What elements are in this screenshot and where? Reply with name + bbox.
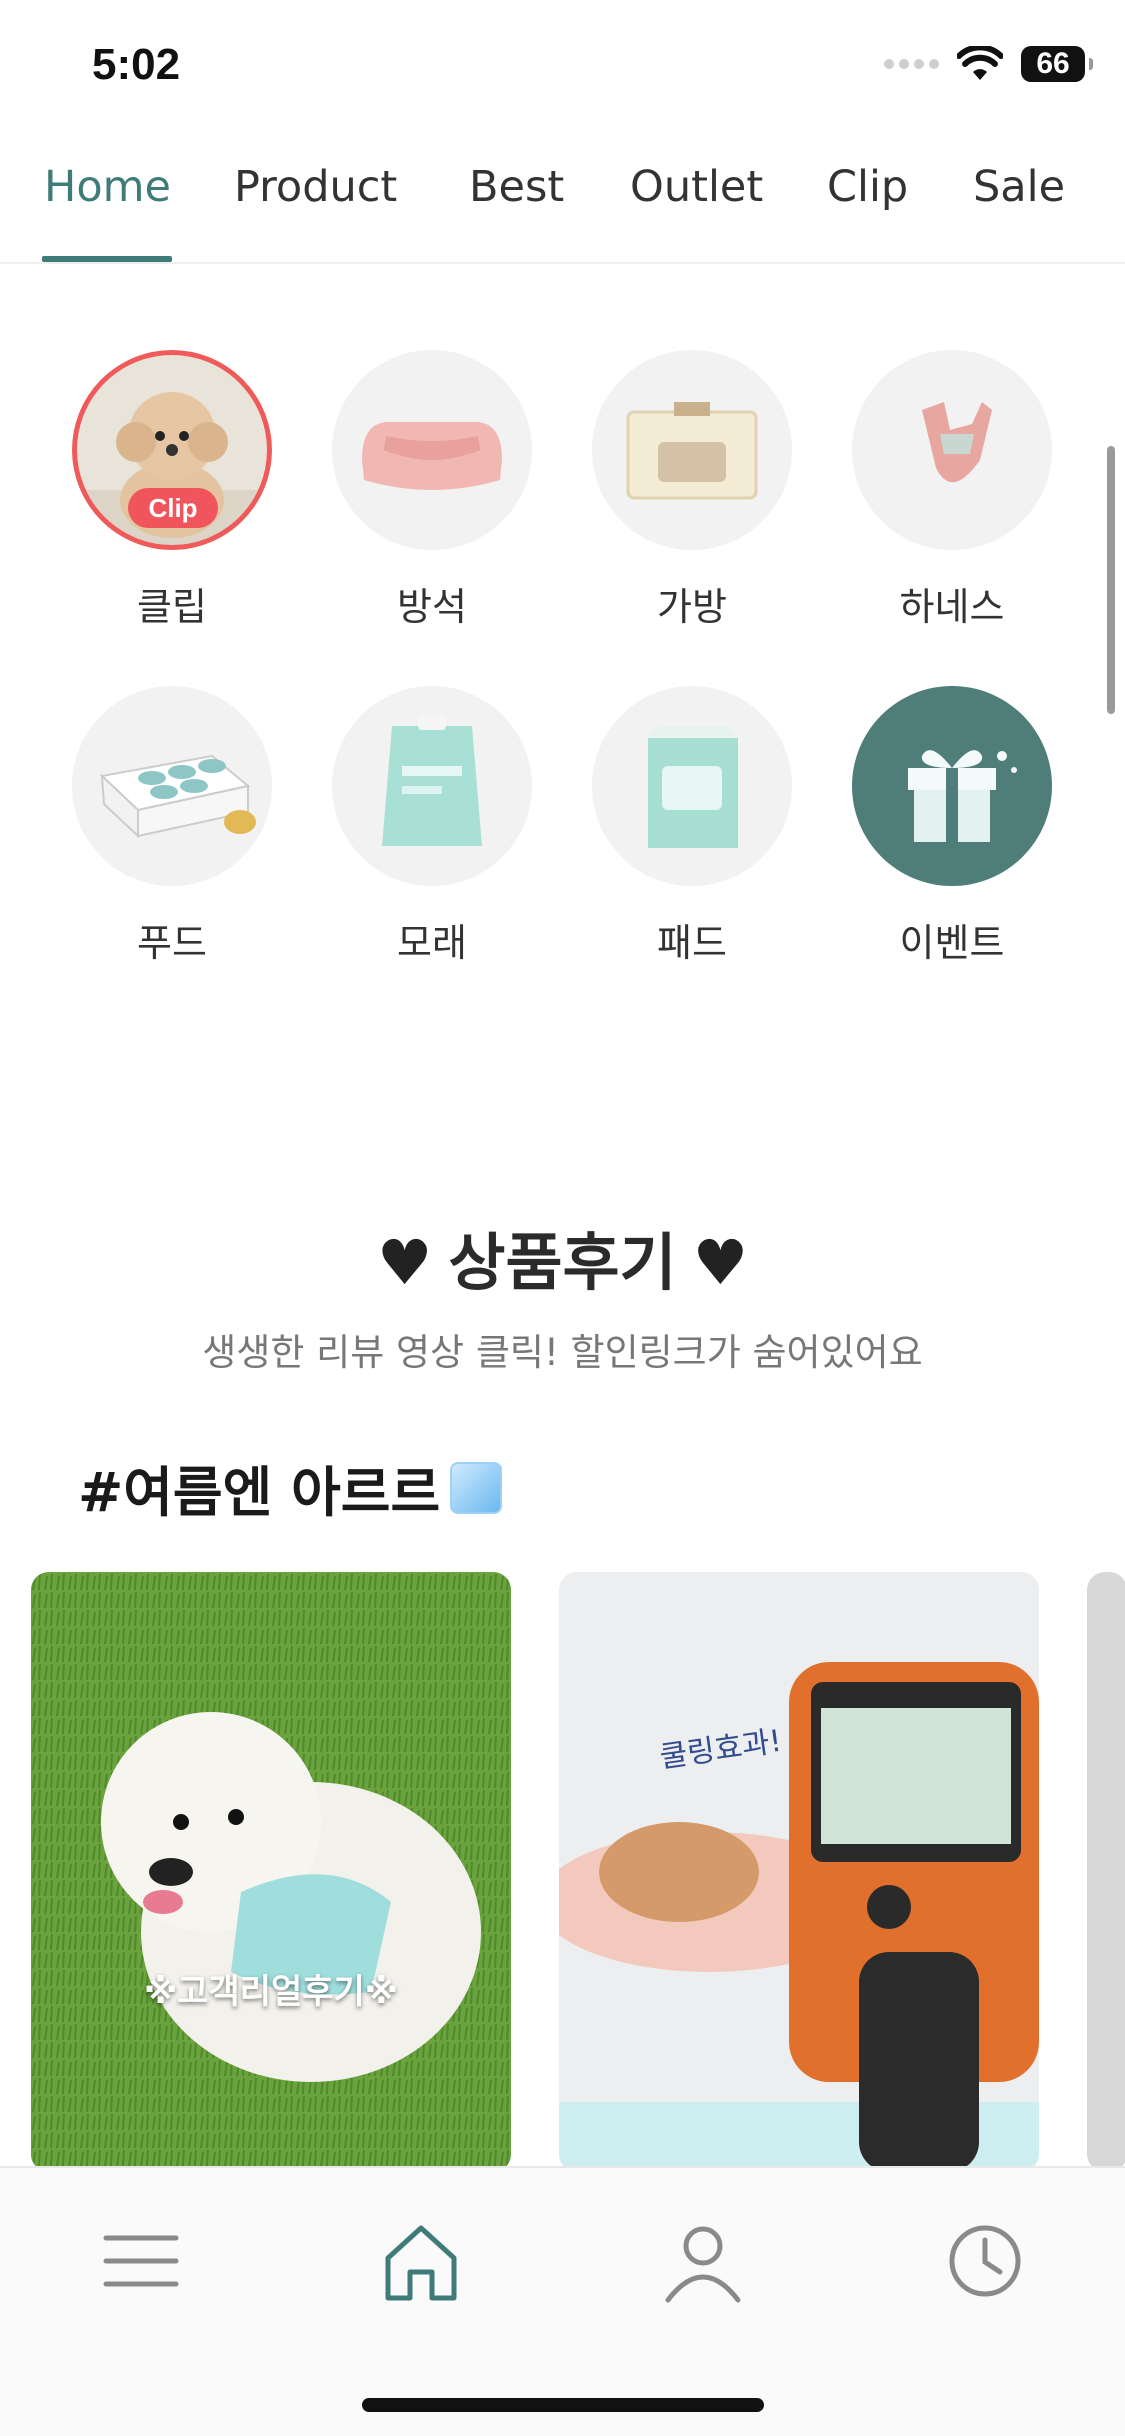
category-harness[interactable]: 하네스 [852, 350, 1052, 631]
category-label: 방석 [397, 585, 467, 629]
clip-thumbnail: Clip [72, 350, 272, 550]
category-label: 하네스 [899, 585, 1005, 629]
battery-level: 66 [1036, 47, 1070, 80]
dog-on-grass-image [31, 1572, 511, 2172]
category-event[interactable]: 이벤트 [852, 686, 1052, 967]
category-label: 이벤트 [899, 921, 1005, 965]
pad-pack-image [648, 726, 738, 848]
harness-thumbnail [852, 350, 1052, 550]
profile-icon[interactable] [658, 2216, 748, 2306]
category-clip[interactable]: Clip 클립 [72, 350, 272, 631]
heart-icon: ♥ [376, 1226, 433, 1299]
harness-image [922, 402, 992, 483]
event-thumbnail [852, 686, 1052, 886]
litter-bag-image [382, 716, 482, 846]
thermal-camera-image [559, 1572, 1039, 2172]
review-video-card[interactable]: ※고객리얼후기※ [31, 1572, 511, 2172]
ice-cube-icon [450, 1461, 503, 1514]
tab-best[interactable]: Best [469, 162, 564, 212]
category-label: 클립 [137, 585, 207, 629]
cellular-signal-icon [884, 59, 939, 69]
pad-thumbnail [592, 686, 792, 886]
top-tab-bar: Home Product Best Outlet Clip Sale [0, 148, 1125, 264]
section-title-text: 상품후기 [448, 1226, 677, 1299]
bottom-nav-bar [0, 2166, 1125, 2436]
review-section-subtitle: 생생한 리뷰 영상 클릭! 할인링크가 숨어있어요 [202, 1331, 923, 1374]
gift-icon [908, 750, 1017, 842]
bag-image [626, 402, 758, 500]
home-icon[interactable] [376, 2216, 466, 2306]
cushion-thumbnail [332, 350, 532, 550]
category-pad[interactable]: 패드 [592, 686, 792, 967]
hashtag-heading: #여름엔 아르르 [78, 1448, 503, 1527]
food-image [99, 754, 256, 839]
category-bag[interactable]: 가방 [592, 350, 792, 631]
status-indicators: 66 [884, 46, 1093, 82]
category-label: 패드 [657, 921, 727, 965]
card-caption: ※고객리얼후기※ [144, 1972, 398, 2012]
tab-outlet[interactable]: Outlet [630, 162, 763, 212]
wifi-icon [957, 46, 1003, 80]
category-cushion[interactable]: 방석 [332, 350, 532, 631]
tab-product[interactable]: Product [234, 162, 397, 212]
category-food[interactable]: 푸드 [72, 686, 272, 967]
tab-sale[interactable]: Sale [973, 162, 1065, 212]
food-thumbnail [72, 686, 272, 886]
litter-thumbnail [332, 686, 532, 886]
category-label: 푸드 [137, 921, 207, 965]
battery-icon: 66 [1021, 46, 1093, 82]
hashtag-text: #여름엔 아르르 [78, 1461, 441, 1524]
home-indicator[interactable] [362, 2398, 764, 2412]
tab-clip[interactable]: Clip [827, 162, 908, 212]
review-video-card[interactable]: 쿨링효과! [559, 1572, 1039, 2172]
bag-thumbnail [592, 350, 792, 550]
menu-icon[interactable] [96, 2216, 186, 2306]
category-label: 가방 [657, 585, 727, 629]
active-tab-indicator [42, 256, 172, 262]
tab-home[interactable]: Home [44, 162, 171, 212]
clock-icon[interactable] [940, 2216, 1030, 2306]
clip-badge: Clip [128, 488, 218, 528]
status-time: 5:02 [92, 40, 181, 89]
category-litter[interactable]: 모래 [332, 686, 532, 967]
scrollbar[interactable] [1107, 446, 1115, 714]
heart-icon: ♥ [692, 1226, 749, 1299]
review-section-title: ♥ 상품후기 ♥ [0, 1212, 1125, 1302]
cushion-image [362, 421, 502, 490]
category-label: 모래 [397, 921, 467, 965]
review-video-card-partial[interactable] [1087, 1572, 1125, 2172]
status-bar: 5:02 66 [0, 0, 1125, 130]
